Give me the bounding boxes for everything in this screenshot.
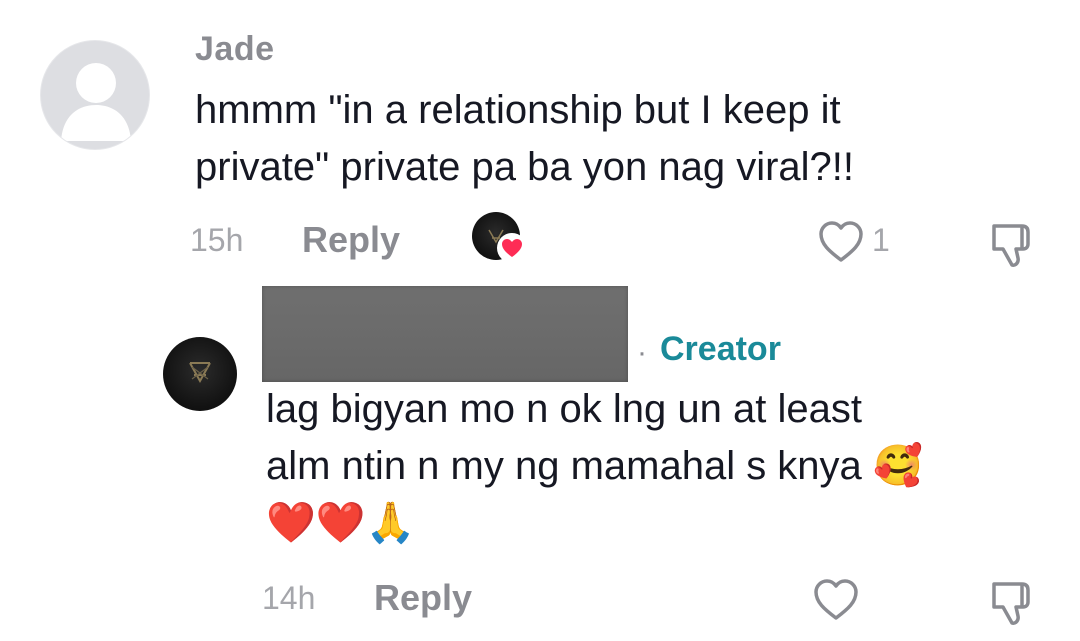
- creator-badge-label: Creator: [660, 330, 781, 368]
- comment-dislike-thumb-icon[interactable]: [986, 218, 1038, 270]
- user-avatar-icon[interactable]: [40, 40, 150, 150]
- red-hearts-emoji: ❤️❤️: [266, 500, 366, 546]
- reply-text: lag bigyan mo n ok lng un at least alm n…: [266, 381, 1026, 495]
- creator-separator: ·: [637, 336, 647, 369]
- comment-timestamp: 15h: [190, 222, 244, 258]
- reply-dislike-thumb-icon[interactable]: [986, 576, 1038, 628]
- comment-like-heart-icon[interactable]: [817, 219, 865, 265]
- creator-heart-badge-icon: [496, 232, 528, 264]
- comment-text-line-1: hmmm "in a relationship but I keep it: [195, 88, 841, 132]
- comment-reply-button[interactable]: Reply: [302, 219, 400, 261]
- reply-reply-button[interactable]: Reply: [374, 577, 472, 619]
- reply-emoji-row: ❤️❤️🙏: [266, 495, 415, 552]
- comment-text: hmmm "in a relationship but I keep it pr…: [195, 82, 1015, 196]
- comment-like-count: 1: [872, 222, 890, 258]
- creator-avatar-icon[interactable]: [163, 337, 237, 411]
- comment-thread: Jade hmmm "in a relationship but I keep …: [0, 0, 1080, 641]
- praying-hands-emoji: 🙏: [365, 500, 416, 546]
- comment-text-line-2: private" private pa ba yon nag viral?!!: [195, 145, 855, 189]
- reply-like-heart-icon[interactable]: [812, 577, 860, 623]
- redacted-username: [262, 286, 628, 382]
- reply-text-line-2: alm ntin n my ng mamahal s knya 🥰: [266, 438, 1026, 495]
- smiling-hearts-emoji: 🥰: [872, 443, 923, 489]
- reply-timestamp: 14h: [262, 580, 316, 616]
- comment-username[interactable]: Jade: [195, 30, 275, 69]
- reply-text-line-2-words: alm ntin n my ng mamahal s knya: [266, 444, 862, 488]
- reply-text-line-1: lag bigyan mo n ok lng un at least: [266, 387, 862, 431]
